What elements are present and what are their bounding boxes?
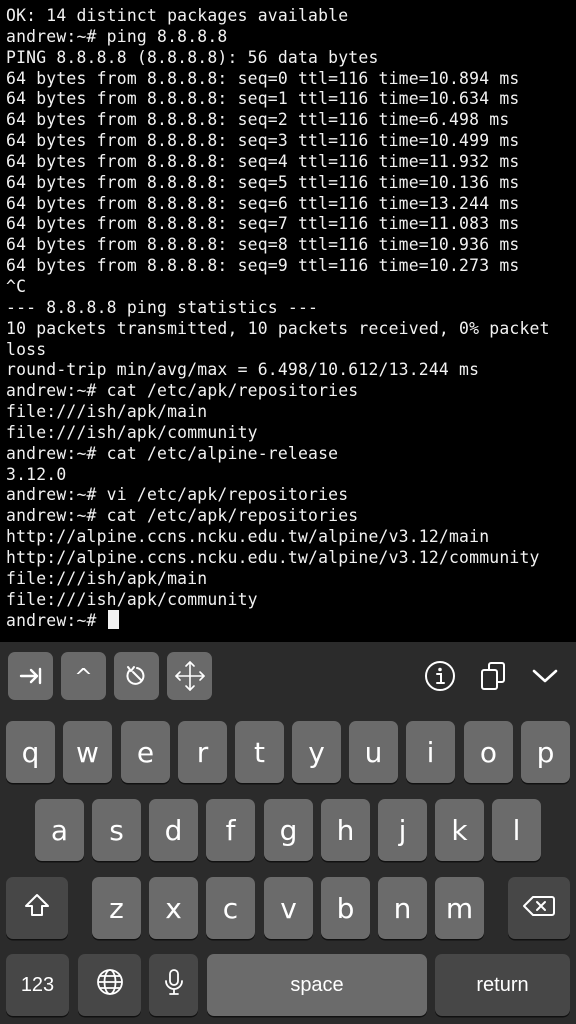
terminal-line: file:///ish/apk/community	[6, 422, 258, 442]
key-u[interactable]: u	[349, 721, 398, 783]
terminal-line: 64 bytes from 8.8.8.8: seq=3 ttl=116 tim…	[6, 131, 520, 151]
terminal-prompt: andrew:~#	[6, 611, 107, 631]
key-e[interactable]: e	[121, 721, 170, 783]
terminal-line: andrew:~# cat /etc/apk/repositories	[6, 381, 359, 401]
key-q[interactable]: q	[6, 721, 55, 783]
backspace-icon	[522, 892, 556, 925]
key-f[interactable]: f	[206, 799, 255, 861]
delete-key[interactable]	[508, 877, 570, 939]
key-w[interactable]: w	[63, 721, 112, 783]
tab-arrow-icon	[18, 666, 44, 686]
key-h[interactable]: h	[321, 799, 370, 861]
terminal-line: --- 8.8.8.8 ping statistics ---	[6, 297, 319, 317]
control-key-button[interactable]: ^	[61, 652, 106, 700]
microphone-icon	[163, 967, 185, 1004]
numbers-key[interactable]: 123	[6, 954, 69, 1016]
caret-icon: ^	[74, 664, 93, 690]
terminal-line: 64 bytes from 8.8.8.8: seq=1 ttl=116 tim…	[6, 89, 520, 109]
terminal-line: http://alpine.ccns.ncku.edu.tw/alpine/v3…	[6, 527, 490, 547]
paste-icon	[478, 660, 508, 692]
terminal-line: 64 bytes from 8.8.8.8: seq=4 ttl=116 tim…	[6, 151, 520, 171]
key-o[interactable]: o	[464, 721, 513, 783]
terminal-line: file:///ish/apk/main	[6, 402, 208, 422]
escape-key-button[interactable]	[114, 652, 159, 700]
globe-key[interactable]	[78, 954, 141, 1016]
key-i[interactable]: i	[406, 721, 455, 783]
hide-keyboard-button[interactable]	[525, 656, 565, 696]
info-button[interactable]	[420, 656, 460, 696]
key-c[interactable]: c	[206, 877, 255, 939]
terminal-line: 64 bytes from 8.8.8.8: seq=6 ttl=116 tim…	[6, 193, 520, 213]
arrow-keys-button[interactable]	[167, 652, 212, 700]
terminal-line: round-trip min/avg/max = 6.498/10.612/13…	[6, 360, 480, 380]
paste-button[interactable]	[473, 656, 513, 696]
terminal-line: 3.12.0	[6, 464, 67, 484]
key-r[interactable]: r	[178, 721, 227, 783]
key-s[interactable]: s	[92, 799, 141, 861]
key-v[interactable]: v	[264, 877, 313, 939]
key-m[interactable]: m	[435, 877, 484, 939]
shift-arrow-icon	[23, 892, 51, 925]
terminal-line: 64 bytes from 8.8.8.8: seq=8 ttl=116 tim…	[6, 235, 520, 255]
globe-icon	[95, 967, 125, 1004]
shift-key[interactable]	[6, 877, 68, 939]
key-g[interactable]: g	[264, 799, 313, 861]
terminal-line: andrew:~# vi /etc/apk/repositories	[6, 485, 349, 505]
key-b[interactable]: b	[321, 877, 370, 939]
terminal-line: 10 packets transmitted, 10 packets recei…	[6, 318, 550, 338]
terminal-line: andrew:~# cat /etc/alpine-release	[6, 443, 339, 463]
terminal-prompt-line: andrew:~#	[6, 610, 576, 631]
escape-icon	[125, 664, 149, 688]
key-k[interactable]: k	[435, 799, 484, 861]
key-d[interactable]: d	[149, 799, 198, 861]
terminal-line: ^C	[6, 276, 27, 296]
space-key[interactable]: space	[207, 954, 427, 1016]
key-t[interactable]: t	[235, 721, 284, 783]
terminal-line: loss	[6, 339, 47, 359]
tab-key-button[interactable]	[8, 652, 53, 700]
terminal-line: 64 bytes from 8.8.8.8: seq=5 ttl=116 tim…	[6, 172, 520, 192]
key-p[interactable]: p	[521, 721, 570, 783]
terminal-line: 64 bytes from 8.8.8.8: seq=9 ttl=116 tim…	[6, 256, 520, 276]
dictation-key[interactable]	[149, 954, 198, 1016]
terminal-line: andrew:~# cat /etc/apk/repositories	[6, 506, 359, 526]
terminal-line: OK: 14 distinct packages available	[6, 6, 349, 25]
terminal-output[interactable]: OK: 14 distinct packages available andrew…	[0, 0, 576, 642]
return-key[interactable]: return	[435, 954, 570, 1016]
key-x[interactable]: x	[149, 877, 198, 939]
hide-keyboard-chevron-icon	[531, 667, 559, 685]
terminal-line: PING 8.8.8.8 (8.8.8.8): 56 data bytes	[6, 47, 379, 67]
move-arrows-icon	[172, 658, 208, 694]
terminal-line: andrew:~# ping 8.8.8.8	[6, 26, 228, 46]
key-j[interactable]: j	[378, 799, 427, 861]
key-l[interactable]: l	[492, 799, 541, 861]
terminal-line: 64 bytes from 8.8.8.8: seq=0 ttl=116 tim…	[6, 68, 520, 88]
terminal-line: http://alpine.ccns.ncku.edu.tw/alpine/v3…	[6, 547, 540, 567]
key-n[interactable]: n	[378, 877, 427, 939]
terminal-line: file:///ish/apk/main	[6, 568, 208, 588]
keyboard: ^ q w e r t y u i o p a s d f g h j k l …	[0, 642, 576, 1024]
terminal-line: 64 bytes from 8.8.8.8: seq=7 ttl=116 tim…	[6, 214, 520, 234]
terminal-line: 64 bytes from 8.8.8.8: seq=2 ttl=116 tim…	[6, 110, 510, 130]
key-a[interactable]: a	[35, 799, 84, 861]
terminal-line: file:///ish/apk/community	[6, 589, 258, 609]
terminal-cursor	[107, 610, 119, 630]
key-z[interactable]: z	[92, 877, 141, 939]
info-icon	[424, 660, 456, 692]
key-y[interactable]: y	[292, 721, 341, 783]
